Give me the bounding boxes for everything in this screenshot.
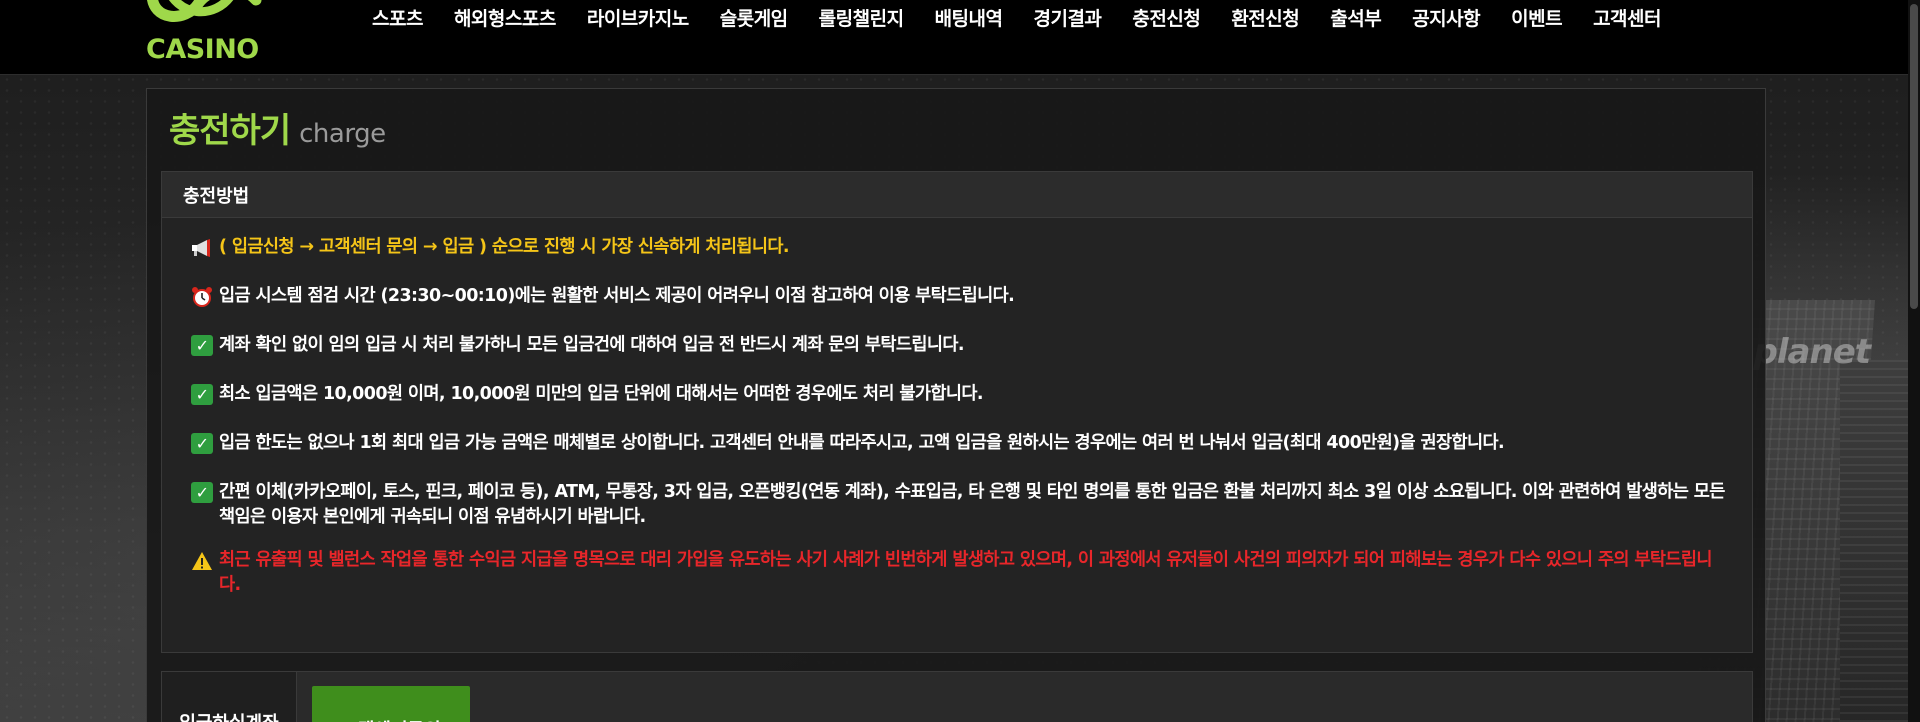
nav-item-events[interactable]: 이벤트 xyxy=(1511,4,1562,31)
nav-item-deposit-request[interactable]: 충전신청 xyxy=(1132,4,1200,31)
notice-item: ( 입금신청 → 고객센터 문의 → 입금 ) 순으로 진행 시 가장 신속하게… xyxy=(191,235,1726,260)
notice-text: 입금 시스템 점검 시간 (23:30~00:10)에는 원활한 서비스 제공이… xyxy=(219,286,1015,306)
check-icon: ✓ xyxy=(191,433,213,454)
notice-text: 최근 유출픽 및 밸런스 작업을 통한 수익금 지급을 명목으로 대리 가입을 … xyxy=(219,550,1712,595)
top-navigation-bar: CASINO 스포츠 해외형스포츠 라이브카지노 슬롯게임 롤링챌린지 배팅내역… xyxy=(0,0,1920,75)
page-title: 충전하기 charge xyxy=(169,103,386,152)
background-tower-secondary xyxy=(1840,360,1910,722)
charge-method-header: 충전방법 xyxy=(162,172,1752,218)
page-title-korean: 충전하기 xyxy=(169,111,291,151)
page-scrollbar[interactable] xyxy=(1908,0,1920,722)
background-sign: planet xyxy=(1753,332,1871,372)
nav-item-sports[interactable]: 스포츠 xyxy=(372,4,423,31)
notice-text: 간편 이체(카카오페이, 토스, 핀크, 페이코 등), ATM, 무통장, 3… xyxy=(219,482,1725,527)
page: planet CASINO 스포츠 해외형스포츠 라이브카지노 슬롯게임 롤링챌… xyxy=(0,0,1920,722)
nav-item-notices[interactable]: 공지사항 xyxy=(1412,4,1480,31)
notice-list: ( 입금신청 → 고객센터 문의 → 입금 ) 순으로 진행 시 가장 신속하게… xyxy=(191,235,1726,622)
nav-item-betting-history[interactable]: 배팅내역 xyxy=(935,4,1003,31)
scrollbar-thumb[interactable] xyxy=(1910,4,1918,309)
check-icon: ✓ xyxy=(191,335,213,356)
warning-icon xyxy=(192,552,212,570)
notice-item: ✓ 최소 입금액은 10,000원 이며, 10,000원 미만의 입금 단위에… xyxy=(191,382,1726,407)
charge-method-title: 충전방법 xyxy=(183,185,250,207)
notice-item: ✓ 입금 한도는 없으나 1회 최대 입금 가능 금액은 매체별로 상이합니다.… xyxy=(191,431,1726,456)
charge-panel: 충전하기 charge 충전방법 ( 입금신청 → 고객센터 문의 → 입금 )… xyxy=(146,88,1766,722)
charge-tabs: 입금하실계좌 고객센터문의 xyxy=(161,671,1753,722)
notice-item: 입금 시스템 점검 시간 (23:30~00:10)에는 원활한 서비스 제공이… xyxy=(191,284,1726,309)
megaphone-icon xyxy=(192,239,210,257)
alarm-clock-icon xyxy=(192,287,212,307)
page-title-english: charge xyxy=(299,119,386,149)
notice-text: ( 입금신청 → 고객센터 문의 → 입금 ) 순으로 진행 시 가장 신속하게… xyxy=(219,237,789,257)
check-icon: ✓ xyxy=(191,482,213,503)
logo-mark-icon xyxy=(147,0,262,22)
nav-item-overseas-sports[interactable]: 해외형스포츠 xyxy=(454,4,556,31)
nav-item-live-casino[interactable]: 라이브카지노 xyxy=(587,4,689,31)
site-logo[interactable]: CASINO xyxy=(146,0,270,66)
notice-text: 계좌 확인 없이 임의 입금 시 처리 불가하니 모든 입금건에 대하여 입금 … xyxy=(219,335,965,355)
nav-item-match-results[interactable]: 경기결과 xyxy=(1033,4,1101,31)
nav-item-attendance[interactable]: 출석부 xyxy=(1330,4,1381,31)
main-nav: 스포츠 해외형스포츠 라이브카지노 슬롯게임 롤링챌린지 배팅내역 경기결과 충… xyxy=(372,0,1692,34)
nav-item-rolling-challenge[interactable]: 롤링챌린지 xyxy=(819,4,904,31)
charge-method-box: 충전방법 ( 입금신청 → 고객센터 문의 → 입금 ) 순으로 진행 시 가장… xyxy=(161,171,1753,653)
tab-customer-support[interactable]: 고객센터문의 xyxy=(312,686,470,722)
tab-deposit-account[interactable]: 입금하실계좌 xyxy=(162,672,297,722)
notice-item: ✓ 계좌 확인 없이 임의 입금 시 처리 불가하니 모든 입금건에 대하여 입… xyxy=(191,333,1726,358)
logo-text: CASINO xyxy=(146,34,259,65)
nav-item-withdraw-request[interactable]: 환전신청 xyxy=(1231,4,1299,31)
nav-item-customer-center[interactable]: 고객센터 xyxy=(1593,4,1661,31)
notice-text: 최소 입금액은 10,000원 이며, 10,000원 미만의 입금 단위에 대… xyxy=(219,384,983,404)
notice-item: ✓ 간편 이체(카카오페이, 토스, 핀크, 페이코 등), ATM, 무통장,… xyxy=(191,480,1726,530)
notice-item-warning: 최근 유출픽 및 밸런스 작업을 통한 수익금 지급을 명목으로 대리 가입을 … xyxy=(191,548,1726,598)
check-icon: ✓ xyxy=(191,384,213,405)
nav-item-slot-games[interactable]: 슬롯게임 xyxy=(720,4,788,31)
notice-text: 입금 한도는 없으나 1회 최대 입금 가능 금액은 매체별로 상이합니다. 고… xyxy=(219,433,1505,453)
